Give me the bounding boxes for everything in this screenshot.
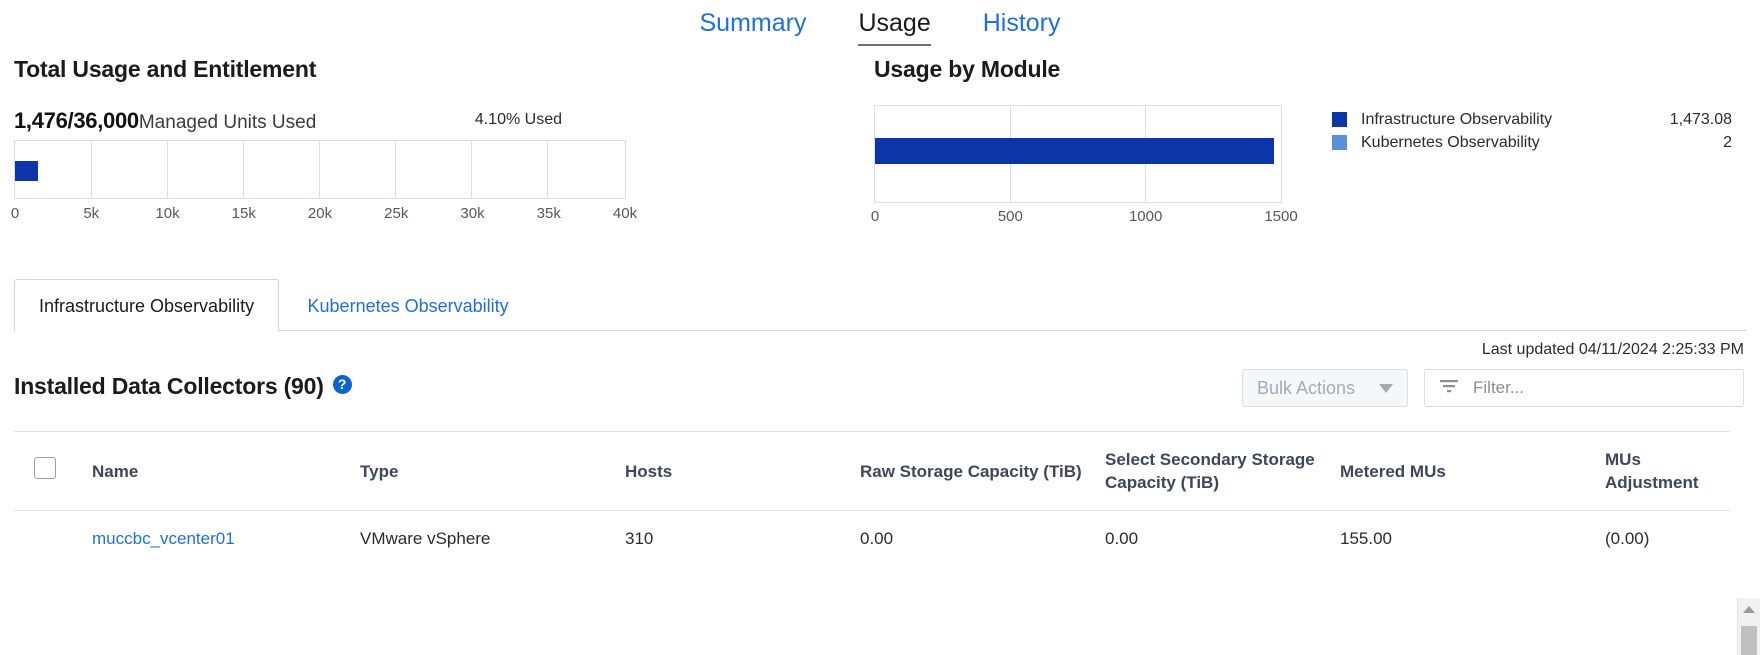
managed-units-label: Managed Units Used [139,112,316,133]
filter-input[interactable] [1471,377,1729,399]
legend-swatch-icon [1332,135,1347,150]
total-usage-headline: 1,476/36,000Managed Units Used 4.10% Use… [14,108,654,134]
gridline [167,141,168,198]
table-row: muccbc_vcenter01 VMware vSphere 310 0.00… [14,511,1730,567]
axis-tick: 1000 [1129,208,1162,225]
legend-swatch-icon [1332,112,1347,127]
legend-item: Infrastructure Observability 1,473.08 [1332,108,1732,131]
collectors-header: Installed Data Collectors (90)? Bulk Act… [0,373,1760,425]
column-header-type[interactable]: Type [360,432,625,511]
subtab-infrastructure-observability[interactable]: Infrastructure Observability [14,279,279,332]
infrastructure-observability-bar [875,138,1274,164]
usage-by-module-chart [874,105,1282,203]
axis-tick: 40k [613,205,637,222]
usage-by-module-panel: Usage by Module 0 500 1000 1500 Infrastruct… [874,56,1744,234]
managed-units-value: 1,476/36,000 [14,108,139,133]
axis-tick: 15k [232,205,256,222]
collectors-table-wrap: Name Type Hosts Raw Storage Capacity (Ti… [0,431,1760,566]
charts-row: Total Usage and Entitlement 1,476/36,000… [0,46,1760,261]
chevron-down-icon [1379,384,1393,393]
gridline [471,141,472,198]
cell-secondary-storage: 0.00 [1105,511,1340,567]
column-header-raw-storage-capacity[interactable]: Raw Storage Capacity (TiB) [860,432,1105,511]
collectors-title: Installed Data Collectors (90) [14,373,324,400]
axis-tick: 10k [155,205,179,222]
column-header-name[interactable]: Name [92,432,360,511]
axis-tick: 20k [308,205,332,222]
legend-value: 2 [1723,134,1732,152]
axis-tick: 35k [537,205,561,222]
module-tab-bar: Infrastructure Observability Kubernetes … [0,279,1760,331]
column-header-hosts[interactable]: Hosts [625,432,860,511]
cell-name: muccbc_vcenter01 [92,511,360,567]
row-select-cell [14,511,92,567]
cell-type: VMware vSphere [360,511,625,567]
column-header-mus-adjustment[interactable]: MUs Adjustment [1605,432,1730,511]
select-all-checkbox[interactable] [34,457,56,479]
axis-tick: 25k [384,205,408,222]
scrollbar-thumb[interactable] [1741,626,1757,655]
primary-tab-bar: Summary Usage History [0,0,1760,46]
legend-value: 1,473.08 [1670,111,1732,129]
column-header-select-secondary-storage-capacity[interactable]: Select Secondary Storage Capacity (TiB) [1105,432,1340,511]
usage-by-module-title: Usage by Module [874,56,1744,83]
gridline [243,141,244,198]
collectors-table: Name Type Hosts Raw Storage Capacity (Ti… [14,431,1730,566]
cell-metered-mus: 155.00 [1340,511,1605,567]
gridline [91,141,92,198]
filter-field[interactable] [1424,369,1744,407]
subtab-kubernetes-observability[interactable]: Kubernetes Observability [284,280,533,331]
select-all-header [14,432,92,511]
axis-tick: 30k [460,205,484,222]
axis-tick: 1500 [1264,208,1297,225]
tab-history[interactable]: History [983,6,1061,44]
table-scrollbar[interactable] [1737,598,1760,655]
bulk-actions-button[interactable]: Bulk Actions [1242,369,1408,407]
collectors-toolbar: Bulk Actions [1242,369,1744,407]
usage-by-module-axis: 050010001500 [874,208,1282,234]
gridline [547,141,548,198]
total-usage-title: Total Usage and Entitlement [14,56,654,83]
collector-link[interactable]: muccbc_vcenter01 [92,529,235,548]
axis-tick: 0 [11,205,19,222]
total-usage-panel: Total Usage and Entitlement 1,476/36,000… [14,56,654,231]
axis-tick: 500 [998,208,1023,225]
help-icon[interactable]: ? [333,375,352,394]
total-usage-bar [15,161,38,181]
last-updated-label: Last updated 04/11/2024 2:25:33 PM [0,341,1760,359]
legend-label: Kubernetes Observability [1361,134,1723,152]
filter-icon [1439,378,1459,399]
gridline [319,141,320,198]
tab-summary[interactable]: Summary [699,6,806,44]
total-usage-chart [14,140,626,199]
legend-item: Kubernetes Observability 2 [1332,131,1732,154]
axis-tick: 0 [871,208,879,225]
scroll-up-arrow-icon[interactable] [1743,606,1755,613]
percent-used-label: 4.10% Used [475,111,562,129]
cell-raw-storage: 0.00 [860,511,1105,567]
cell-mus-adjustment: (0.00) [1605,511,1730,567]
column-header-metered-mus[interactable]: Metered MUs [1340,432,1605,511]
total-usage-axis: 05k10k15k20k25k30k35k40k [14,205,626,231]
usage-by-module-legend: Infrastructure Observability 1,473.08 Ku… [1332,108,1732,154]
tab-usage[interactable]: Usage [858,6,930,46]
bulk-actions-label: Bulk Actions [1257,378,1355,399]
legend-label: Infrastructure Observability [1361,111,1670,129]
gridline [395,141,396,198]
cell-hosts: 310 [625,511,860,567]
axis-tick: 5k [83,205,99,222]
table-header-row: Name Type Hosts Raw Storage Capacity (Ti… [14,432,1730,511]
